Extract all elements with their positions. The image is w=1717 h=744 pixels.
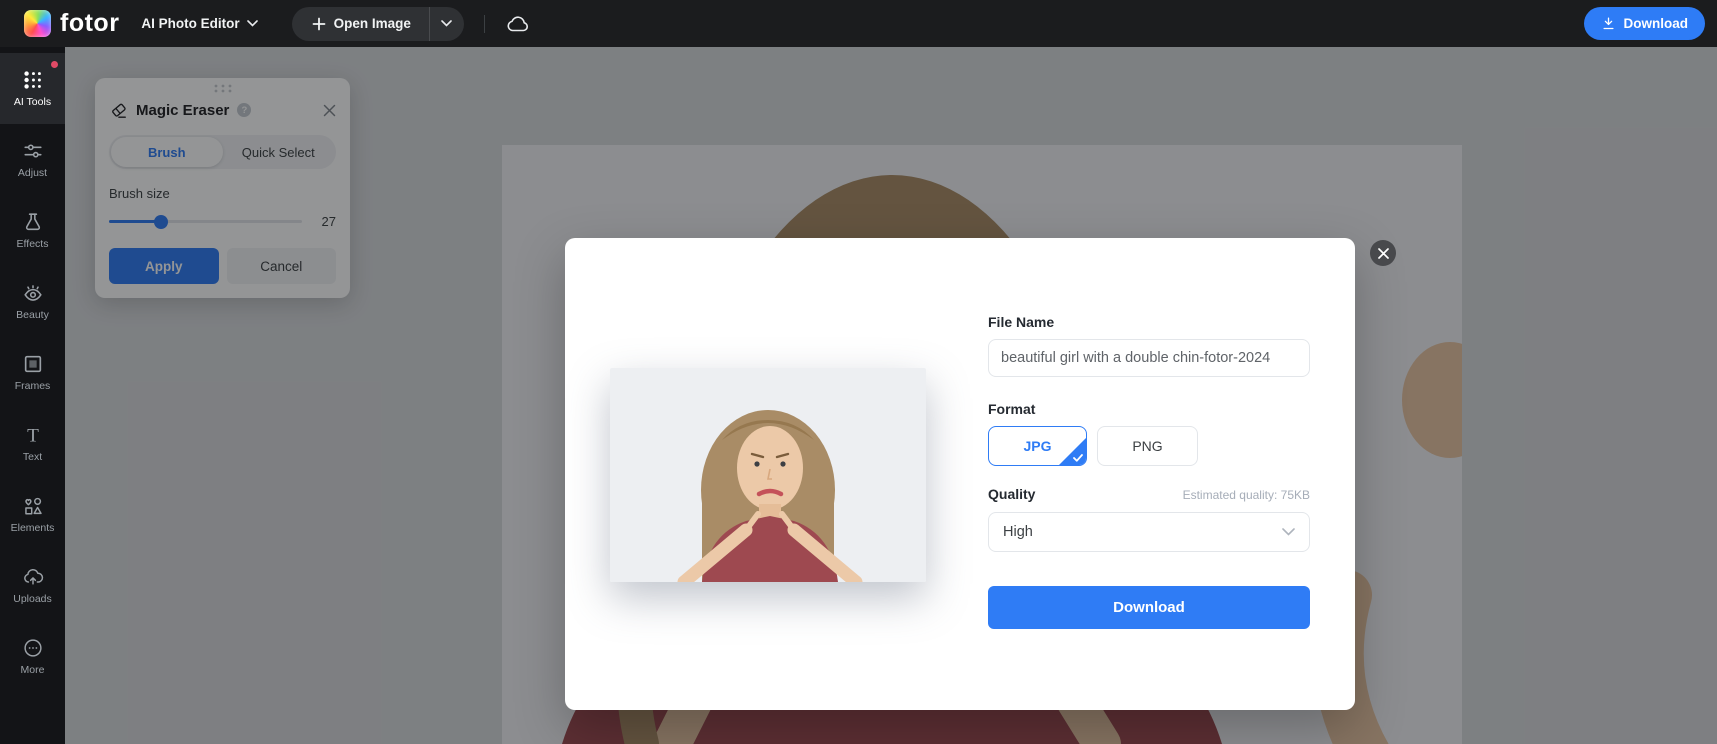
- beauty-icon: [23, 285, 42, 301]
- format-option-jpg[interactable]: JPG: [988, 426, 1087, 466]
- chevron-down-icon: [246, 20, 258, 27]
- sidebar-item-label: Text: [22, 451, 43, 463]
- editor-workspace: Magic Eraser ? Brush Quick Select Brush …: [65, 47, 1717, 744]
- sidebar-item-more[interactable]: More: [0, 621, 65, 692]
- sidebar-item-ai-tools[interactable]: AI Tools: [0, 53, 65, 124]
- effects-icon: [25, 213, 40, 231]
- sidebar-item-elements[interactable]: Elements: [0, 479, 65, 550]
- fotor-logo[interactable]: fotor: [24, 10, 119, 37]
- sidebar-item-effects[interactable]: Effects: [0, 195, 65, 266]
- svg-text:T: T: [27, 425, 39, 446]
- ai-tools-icon: [23, 71, 41, 89]
- cloud-icon: [507, 15, 528, 31]
- quality-dropdown[interactable]: High: [988, 512, 1310, 552]
- fotor-logo-text: fotor: [60, 9, 120, 37]
- adjust-icon: [23, 144, 42, 158]
- check-icon: [1073, 454, 1083, 462]
- download-icon: [1602, 17, 1614, 30]
- modal-download-button[interactable]: Download: [988, 586, 1310, 629]
- sidebar-item-uploads[interactable]: Uploads: [0, 550, 65, 621]
- topbar-download-label: Download: [1623, 16, 1689, 31]
- sidebar-item-beauty[interactable]: Beauty: [0, 266, 65, 337]
- more-icon: [23, 639, 42, 657]
- open-image-button[interactable]: Open Image: [292, 7, 429, 41]
- sidebar-item-text[interactable]: T Text: [0, 408, 65, 479]
- file-name-input[interactable]: [988, 339, 1310, 377]
- sidebar-item-label: Adjust: [17, 167, 48, 179]
- open-image-label: Open Image: [333, 16, 411, 31]
- open-image-split-button: Open Image: [291, 6, 464, 41]
- app-menu[interactable]: AI Photo Editor: [141, 16, 258, 31]
- fotor-editor-app: fotor AI Photo Editor Open Image Downloa…: [0, 0, 1717, 744]
- file-name-label: File Name: [988, 314, 1055, 330]
- topbar-divider: [483, 14, 485, 33]
- plus-icon: [312, 17, 326, 30]
- sidebar-item-label: Effects: [16, 238, 49, 250]
- sidebar: AI Tools Adjust Effects Beauty Frames T …: [0, 47, 65, 744]
- topbar-download-button[interactable]: Download: [1583, 7, 1705, 40]
- sidebar-item-label: Elements: [10, 522, 55, 534]
- download-modal: File Name Format JPG PNG Quality Estimat: [565, 238, 1396, 710]
- frames-icon: [24, 355, 41, 373]
- notification-dot: [51, 61, 58, 68]
- chevron-down-icon: [1282, 528, 1295, 536]
- close-icon: [1377, 247, 1389, 259]
- chevron-down-icon: [441, 20, 453, 27]
- format-label: Format: [988, 401, 1036, 417]
- format-option-png[interactable]: PNG: [1097, 426, 1198, 466]
- uploads-icon: [23, 569, 43, 585]
- export-preview-image: [610, 368, 926, 582]
- quality-selected-value: High: [1003, 524, 1033, 540]
- sidebar-item-label: Beauty: [16, 309, 49, 321]
- app-menu-label: AI Photo Editor: [141, 16, 240, 31]
- elements-icon: [24, 497, 42, 515]
- sidebar-item-adjust[interactable]: Adjust: [0, 124, 65, 195]
- topbar: fotor AI Photo Editor Open Image Downloa…: [0, 0, 1717, 47]
- cloud-sync-button[interactable]: [505, 14, 531, 34]
- modal-close-button[interactable]: [1370, 240, 1396, 266]
- estimated-quality-text: Estimated quality: 75KB: [1182, 488, 1310, 502]
- sidebar-item-label: AI Tools: [13, 96, 52, 108]
- sidebar-item-label: More: [20, 664, 45, 676]
- sidebar-item-label: Uploads: [13, 593, 52, 605]
- open-image-menu-button[interactable]: [428, 6, 464, 41]
- quality-label: Quality: [988, 486, 1036, 502]
- text-icon: T: [27, 425, 39, 446]
- sidebar-item-label: Frames: [14, 380, 51, 392]
- sidebar-item-frames[interactable]: Frames: [0, 337, 65, 408]
- fotor-logo-icon: [24, 10, 51, 37]
